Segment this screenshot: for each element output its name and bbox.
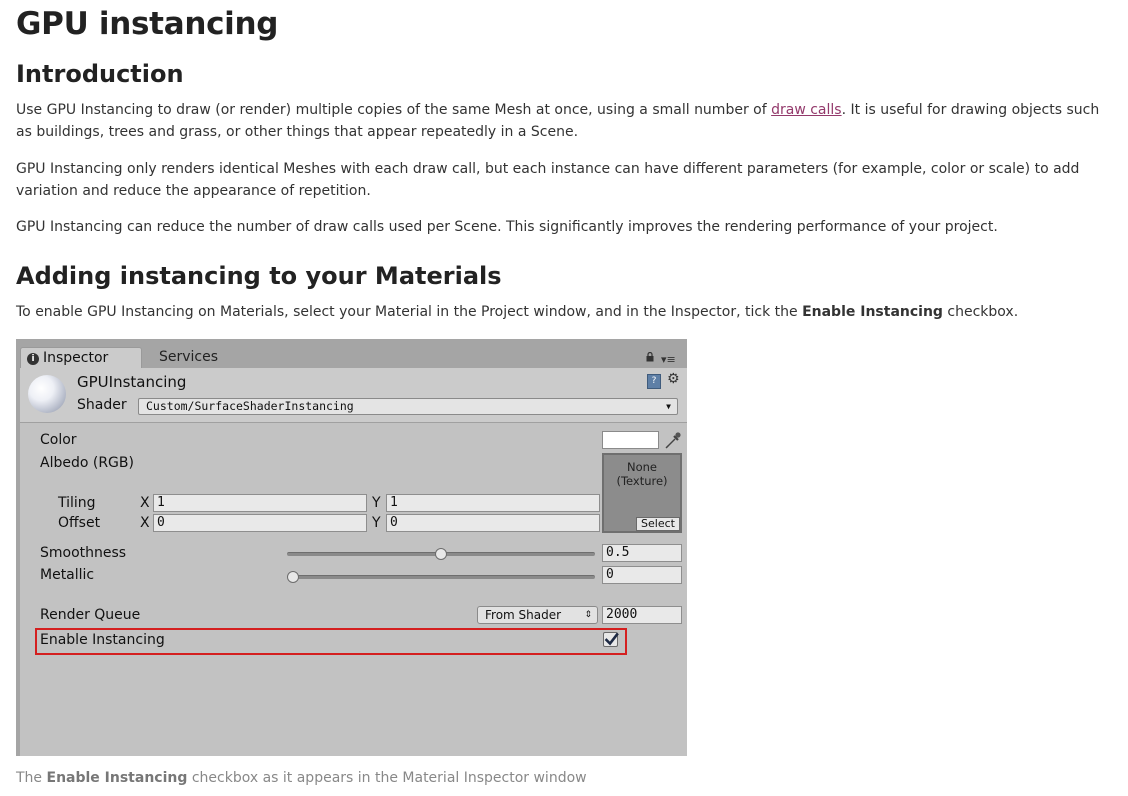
eyedropper-icon[interactable] [664, 430, 682, 450]
smoothness-input[interactable]: 0.5 [602, 544, 682, 562]
albedo-texture-slot[interactable]: None (Texture) Select [602, 453, 682, 533]
tab-services[interactable]: Services [153, 347, 263, 368]
tiling-x-label: X [140, 495, 150, 511]
material-sphere-icon [28, 375, 66, 413]
instructions-bold: Enable Instancing [802, 304, 943, 320]
caption-text-b: checkbox as it appears in the Material I… [187, 770, 587, 786]
albedo-label: Albedo (RGB) [40, 455, 134, 471]
tab-inspector-label: Inspector [43, 350, 109, 366]
instructions-paragraph: To enable GPU Instancing on Materials, s… [16, 302, 1111, 324]
shader-label: Shader [77, 397, 127, 413]
info-icon: i [27, 353, 39, 365]
tiling-label: Tiling [58, 495, 96, 511]
tab-services-label: Services [159, 349, 219, 365]
intro-paragraph-3: GPU Instancing can reduce the number of … [16, 219, 998, 235]
render-queue-label: Render Queue [40, 607, 141, 623]
tiling-x-input[interactable]: 1 [153, 494, 367, 512]
texture-none-label: None (Texture) [604, 460, 680, 488]
intro-heading: Introduction [16, 60, 184, 88]
intro-paragraph-1: Use GPU Instancing to draw (or render) m… [16, 100, 1111, 143]
tiling-y-label: Y [372, 495, 381, 511]
render-queue-dropdown[interactable]: From Shader ⇕ [477, 606, 598, 624]
render-queue-input[interactable]: 2000 [602, 606, 682, 624]
metallic-label: Metallic [40, 567, 95, 583]
metallic-slider-track[interactable] [287, 575, 595, 579]
updown-arrow-icon: ⇕ [584, 610, 592, 620]
color-label: Color [40, 432, 77, 448]
tiling-y-input[interactable]: 1 [386, 494, 600, 512]
caption-text-a: The [16, 770, 47, 786]
figure-caption: The Enable Instancing checkbox as it app… [16, 770, 587, 786]
render-queue-mode: From Shader [485, 608, 562, 622]
shader-dropdown[interactable]: Custom/SurfaceShaderInstancing ▼ [138, 398, 678, 415]
offset-y-label: Y [372, 515, 381, 531]
lock-icon[interactable] [646, 352, 654, 362]
gear-icon[interactable]: ⚙ [667, 371, 680, 387]
material-header: GPUInstancing Shader Custom/SurfaceShade… [20, 368, 687, 423]
material-name: GPUInstancing [77, 373, 187, 391]
tab-inspector[interactable]: i Inspector [20, 347, 142, 368]
menu-icon[interactable]: ▾≡ [661, 354, 676, 365]
instructions-text-b: checkbox. [942, 304, 1019, 320]
offset-label: Offset [58, 515, 101, 531]
offset-y-input[interactable]: 0 [386, 514, 600, 532]
intro-p1-text-a: Use GPU Instancing to draw (or render) m… [16, 102, 772, 118]
caption-bold: Enable Instancing [46, 770, 188, 786]
smoothness-slider-handle[interactable] [435, 548, 447, 560]
section-heading: Adding instancing to your Materials [16, 262, 502, 290]
page-title: GPU instancing [16, 6, 279, 42]
enable-instancing-checkbox[interactable] [603, 632, 619, 647]
inspector-tab-bar: i Inspector Services ▾≡ [16, 339, 687, 368]
enable-instancing-label: Enable Instancing [40, 632, 165, 648]
offset-x-input[interactable]: 0 [153, 514, 367, 532]
inspector-screenshot: i Inspector Services ▾≡ GPUInstancing Sha… [16, 339, 687, 756]
offset-x-label: X [140, 515, 150, 531]
shader-value: Custom/SurfaceShaderInstancing [146, 399, 354, 413]
color-swatch[interactable] [602, 431, 659, 449]
instructions-text-a: To enable GPU Instancing on Materials, s… [16, 304, 803, 320]
texture-none-text: None (Texture) [616, 460, 668, 488]
intro-paragraph-2: GPU Instancing only renders identical Me… [16, 161, 1080, 199]
draw-calls-link[interactable]: draw calls [771, 102, 841, 118]
checkmark-icon [604, 632, 619, 646]
texture-select-button[interactable]: Select [636, 517, 680, 531]
metallic-slider-handle[interactable] [287, 571, 299, 583]
metallic-input[interactable]: 0 [602, 566, 682, 584]
smoothness-label: Smoothness [40, 545, 127, 561]
book-icon[interactable]: ? [647, 374, 661, 389]
chevron-down-icon: ▼ [666, 402, 671, 411]
